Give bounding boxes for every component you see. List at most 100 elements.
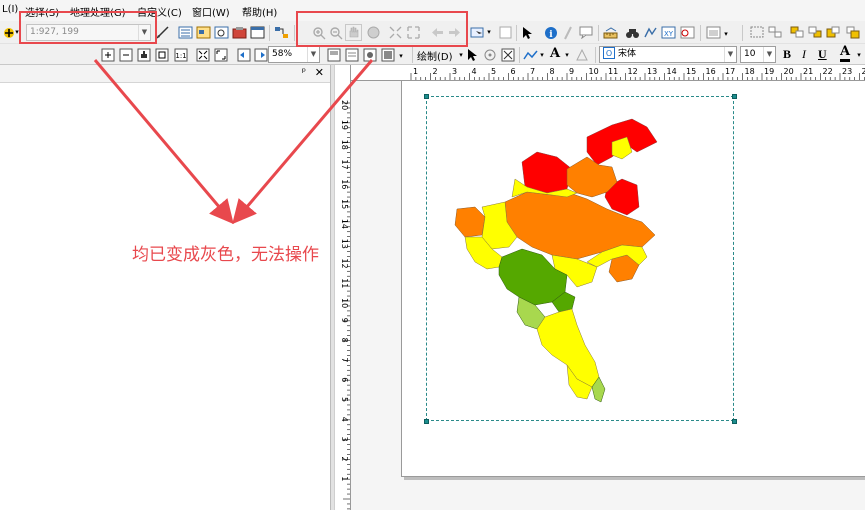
ruler-label: 6 bbox=[511, 67, 516, 76]
ruler-label: 5 bbox=[340, 397, 349, 402]
select-features-icon[interactable] bbox=[750, 25, 765, 40]
toolbar-options-icon[interactable]: ▾ bbox=[722, 27, 730, 42]
chevron-down-icon[interactable]: ▾ bbox=[855, 48, 863, 63]
fixed-layout-zoom-in-icon[interactable] bbox=[195, 47, 210, 62]
pin-icon[interactable]: ᵖ bbox=[302, 67, 306, 78]
selection-handle[interactable] bbox=[424, 94, 429, 99]
search-window-icon[interactable] bbox=[214, 25, 229, 40]
vertical-ruler: 20 19 18 17 16 15 14 13 12 11 10 9 8 7 6 5 4 3 2 1 bbox=[335, 65, 351, 510]
data-driven-pages-icon[interactable] bbox=[380, 47, 395, 62]
edit-vertices-icon[interactable] bbox=[574, 47, 589, 62]
editor-toolbar-icon[interactable] bbox=[155, 25, 170, 40]
arctoolbox-icon[interactable] bbox=[232, 25, 247, 40]
layout-view[interactable] bbox=[351, 81, 865, 510]
chevron-down-icon[interactable]: ▾ bbox=[457, 48, 465, 63]
new-line-icon[interactable] bbox=[523, 47, 538, 62]
zoom-whole-page-icon[interactable] bbox=[154, 47, 169, 62]
ruler-label: 10 bbox=[589, 67, 599, 76]
font-size-value: 10 bbox=[744, 49, 756, 59]
ruler-label: 19 bbox=[340, 120, 349, 130]
select-elements-icon[interactable] bbox=[470, 25, 485, 40]
find-binoculars-icon[interactable] bbox=[625, 25, 640, 40]
italic-button[interactable]: I bbox=[802, 47, 806, 62]
selection-handle[interactable] bbox=[732, 94, 737, 99]
selection-handle[interactable] bbox=[424, 419, 429, 424]
chevron-down-icon[interactable]: ▼ bbox=[763, 47, 775, 62]
ruler-label: 14 bbox=[667, 67, 677, 76]
group-elements-icon[interactable] bbox=[768, 25, 783, 40]
horizontal-ruler: 123456789101112131415161718192021222324 bbox=[351, 65, 865, 81]
toolbar-separator bbox=[598, 25, 599, 41]
change-layout-icon[interactable] bbox=[362, 47, 377, 62]
ruler-label: 13 bbox=[340, 239, 349, 249]
layout-zoom-out-icon[interactable] bbox=[118, 47, 133, 62]
bring-to-front-icon[interactable] bbox=[790, 25, 805, 40]
toolbar-separator bbox=[595, 47, 596, 63]
toolbar-separator bbox=[516, 25, 517, 41]
zoom-to-selected-icon[interactable] bbox=[500, 47, 515, 62]
toggle-draft-mode-icon[interactable] bbox=[326, 47, 341, 62]
layout-back-icon[interactable] bbox=[236, 47, 251, 62]
find-route-icon[interactable] bbox=[643, 25, 658, 40]
layout-zoom-in-icon[interactable] bbox=[100, 47, 115, 62]
layout-forward-icon[interactable] bbox=[253, 47, 268, 62]
toolbar-separator bbox=[700, 25, 701, 41]
drawing-menu[interactable]: 绘制(D) bbox=[417, 48, 453, 63]
font-name-combo[interactable]: O 宋体 ▼ bbox=[599, 46, 737, 63]
toolbar-separator bbox=[269, 25, 270, 41]
data-frame[interactable] bbox=[426, 96, 734, 421]
select-arrow-icon[interactable] bbox=[520, 25, 535, 40]
catalog-window-icon[interactable] bbox=[196, 25, 211, 40]
table-of-contents-icon[interactable] bbox=[178, 25, 193, 40]
chevron-down-icon[interactable]: ▾ bbox=[538, 48, 546, 63]
ruler-label: 9 bbox=[569, 67, 574, 76]
ruler-label: 14 bbox=[340, 219, 349, 229]
clear-selection-icon[interactable] bbox=[498, 25, 513, 40]
font-size-combo[interactable]: 10 ▼ bbox=[740, 46, 776, 63]
menu-item-help[interactable]: 帮助(H) bbox=[242, 4, 277, 19]
zoom-100-icon[interactable]: 1:1 bbox=[173, 47, 188, 62]
viewer-window-icon[interactable] bbox=[706, 25, 721, 40]
ruler-label: 11 bbox=[608, 67, 618, 76]
chevron-down-icon[interactable]: ▼ bbox=[724, 47, 736, 62]
layout-toolbar-options-icon[interactable]: ▾ bbox=[397, 49, 405, 64]
focus-data-frame-icon[interactable] bbox=[344, 47, 359, 62]
measure-icon[interactable] bbox=[603, 25, 618, 40]
ruler-label: 8 bbox=[550, 67, 555, 76]
ruler-label: 3 bbox=[340, 437, 349, 442]
ruler-label: 4 bbox=[340, 417, 349, 422]
tools-highlight-box bbox=[296, 11, 468, 47]
layout-pan-icon[interactable] bbox=[136, 47, 151, 62]
chevron-down-icon[interactable]: ▾ bbox=[563, 48, 571, 63]
drawing-select-icon[interactable] bbox=[465, 47, 480, 62]
close-icon[interactable]: ✕ bbox=[315, 66, 324, 79]
font-color-button[interactable]: A bbox=[840, 45, 851, 62]
toolbar-separator bbox=[519, 47, 520, 63]
ruler-label: 15 bbox=[340, 199, 349, 209]
html-popup-icon[interactable] bbox=[578, 25, 593, 40]
underline-button[interactable]: U bbox=[818, 47, 827, 62]
ruler-label: 20 bbox=[784, 67, 794, 76]
bring-forward-icon[interactable] bbox=[826, 25, 841, 40]
identify-icon[interactable]: i bbox=[543, 25, 558, 40]
rotate-icon[interactable] bbox=[482, 47, 497, 62]
send-to-back-icon[interactable] bbox=[808, 25, 823, 40]
chevron-down-icon[interactable]: ▼ bbox=[307, 47, 319, 62]
new-text-button[interactable]: A bbox=[550, 46, 560, 61]
zoom-percent-combo[interactable]: 58% ▼ bbox=[268, 46, 320, 63]
guangdong-choropleth-map bbox=[454, 118, 658, 403]
go-to-xy-icon[interactable]: XY bbox=[661, 25, 676, 40]
map-region-northwest-red bbox=[521, 151, 573, 194]
ruler-label: 7 bbox=[530, 67, 535, 76]
python-window-icon[interactable] bbox=[250, 25, 265, 40]
time-slider-icon[interactable] bbox=[680, 25, 695, 40]
selection-handle[interactable] bbox=[732, 419, 737, 424]
chevron-down-icon[interactable]: ▾ bbox=[485, 25, 493, 40]
menu-item-window[interactable]: 窗口(W) bbox=[192, 4, 230, 19]
fixed-layout-zoom-out-icon[interactable] bbox=[213, 47, 228, 62]
send-backward-icon[interactable] bbox=[846, 25, 861, 40]
bold-button[interactable]: B bbox=[783, 47, 791, 62]
menu-item-partial[interactable]: L(I) bbox=[2, 4, 18, 15]
hyperlink-icon[interactable] bbox=[561, 25, 576, 40]
modelbuilder-icon[interactable] bbox=[274, 25, 289, 40]
